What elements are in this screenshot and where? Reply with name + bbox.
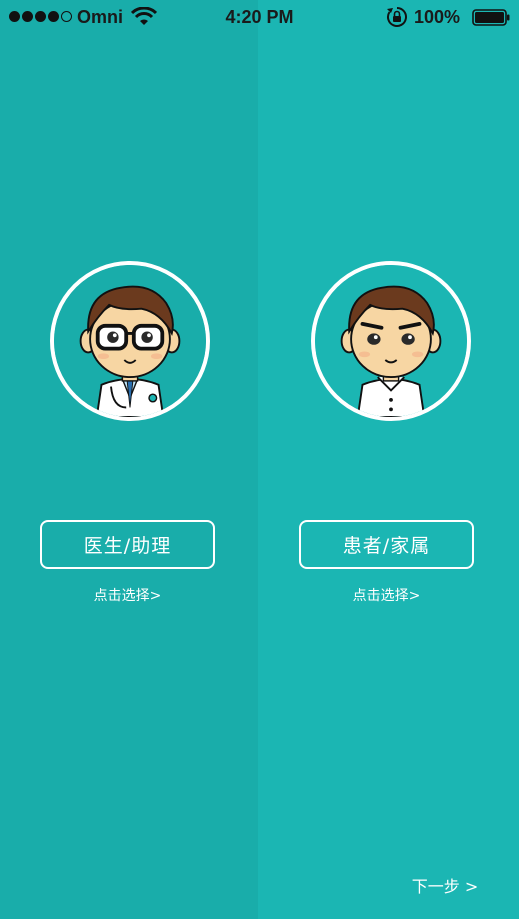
battery-icon xyxy=(472,9,510,26)
patient-illustration-icon xyxy=(315,265,467,417)
doctor-avatar[interactable] xyxy=(50,261,210,421)
doctor-panel xyxy=(0,0,258,919)
rotation-lock-icon xyxy=(387,7,407,27)
patient-select-hint[interactable]: 点击选择> xyxy=(299,585,474,605)
battery-percentage: 100% xyxy=(414,7,461,27)
doctor-assistant-button[interactable]: 医生/助理 xyxy=(40,520,215,569)
patient-avatar[interactable] xyxy=(311,261,471,421)
doctor-select-hint[interactable]: 点击选择> xyxy=(40,585,215,605)
patient-panel xyxy=(258,0,519,919)
patient-family-button[interactable]: 患者/家属 xyxy=(299,520,474,569)
doctor-illustration-icon xyxy=(54,265,206,417)
status-bar: Omni 4:20 PM 100% xyxy=(0,0,519,34)
next-step-button[interactable]: 下一步 > xyxy=(400,873,490,897)
